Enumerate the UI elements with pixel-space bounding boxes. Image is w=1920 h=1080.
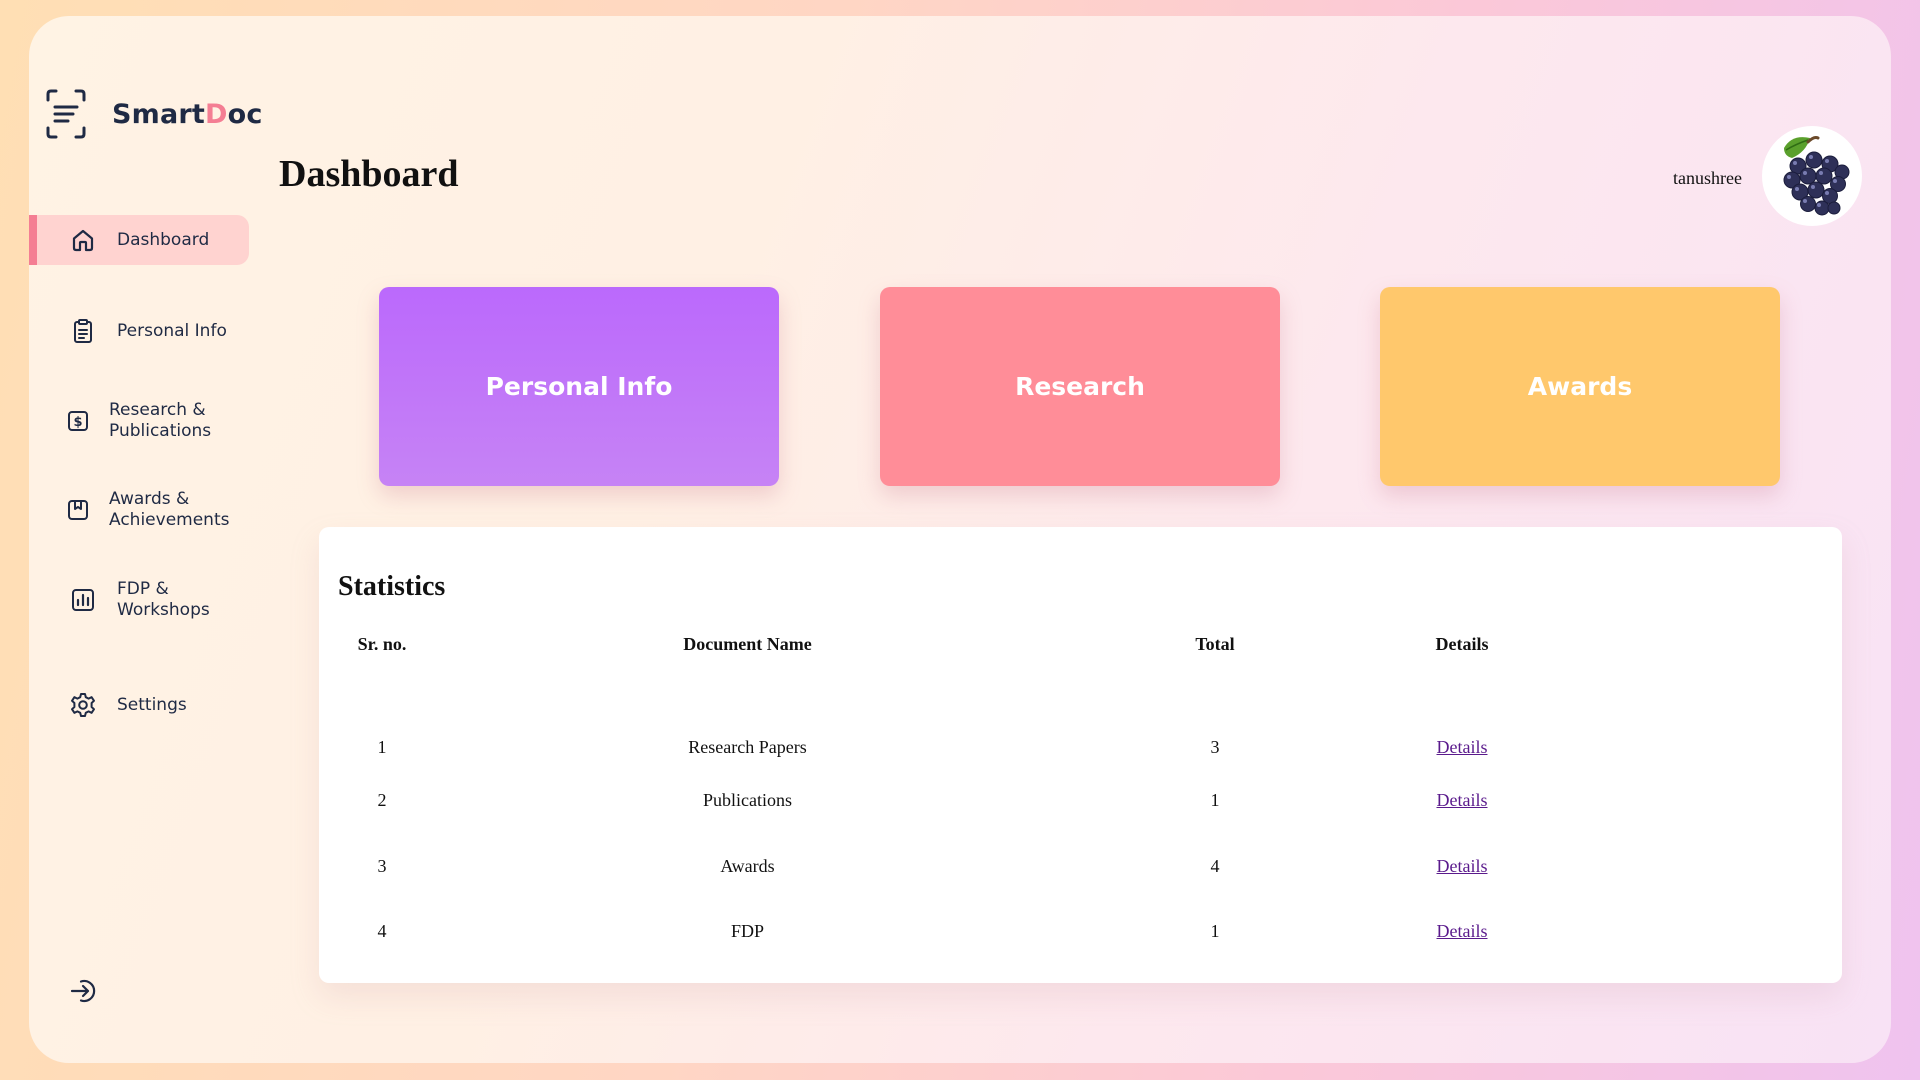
cell-sr-no: 2	[377, 790, 387, 811]
card-personal-info[interactable]: Personal Info	[379, 287, 779, 486]
details-link[interactable]: Details	[1437, 921, 1488, 941]
clipboard-icon	[74, 319, 92, 343]
avatar[interactable]	[1762, 126, 1862, 226]
sidebar-item-personal-info[interactable]: Personal Info	[29, 315, 249, 347]
sidebar-item-label: Awards & Achievements	[109, 489, 230, 530]
svg-text:$: $	[73, 415, 82, 430]
column-header-total: Total	[1195, 633, 1235, 654]
details-link[interactable]: Details	[1437, 790, 1488, 810]
sidebar-item-label: Personal Info	[117, 320, 227, 341]
cell-details: Details	[1350, 834, 1574, 900]
column-header-details: Details	[1435, 633, 1489, 654]
cell-sr-no: 3	[377, 855, 387, 876]
table-row: 4 FDP 1 Details	[349, 899, 1574, 965]
sidebar-item-label: Dashboard	[117, 229, 210, 250]
table-row: 1 Research Papers 3 Details	[349, 660, 1574, 768]
cell-details: Details	[1350, 660, 1574, 768]
cell-total: 3	[1210, 737, 1220, 757]
cell-total: 1	[1210, 790, 1220, 811]
table-row: 3 Awards 4 Details	[349, 834, 1574, 900]
cell-document-name: Awards	[720, 855, 775, 876]
brand-logo[interactable]: SmartDoc	[45, 88, 263, 140]
cell-sr-no: 1	[377, 737, 387, 757]
sidebar-item-settings[interactable]: Settings	[29, 689, 249, 721]
home-icon	[72, 229, 94, 252]
sidebar: SmartDoc Dashboard Personal Info $ Resea…	[29, 16, 262, 1063]
table-row: 2 Publications 1 Details	[349, 768, 1574, 834]
statistics-title: Statistics	[338, 571, 446, 602]
grapes-avatar-icon	[1783, 136, 1850, 216]
statistics-table: Sr. no. Document Name Total Details 1 Re…	[349, 628, 1574, 965]
statistics-panel: Statistics Sr. no. Document Name Total D…	[319, 527, 1842, 983]
details-link[interactable]: Details	[1437, 856, 1488, 876]
sidebar-item-label: FDP & Workshops	[117, 579, 210, 620]
app-window: SmartDoc Dashboard Personal Info $ Resea…	[29, 16, 1891, 1063]
brand-name: SmartDoc	[112, 98, 263, 130]
bar-chart-icon	[72, 589, 94, 611]
cell-sr-no: 4	[377, 921, 387, 942]
details-link[interactable]: Details	[1437, 737, 1488, 757]
cell-total: 4	[1210, 855, 1220, 876]
document-scan-icon	[46, 89, 86, 139]
cell-document-name: Research Papers	[688, 737, 807, 757]
card-research[interactable]: Research	[880, 287, 1280, 486]
logout-icon[interactable]	[69, 976, 99, 1006]
cell-document-name: FDP	[730, 921, 765, 942]
card-awards[interactable]: Awards	[1380, 287, 1780, 486]
column-header-sr-no: Sr. no.	[357, 633, 407, 654]
username: tanushree	[1673, 168, 1742, 188]
cell-total: 1	[1210, 921, 1220, 942]
sidebar-item-research-publications[interactable]: $ Research & Publications	[29, 399, 249, 443]
sidebar-item-label: Settings	[117, 694, 187, 715]
bookmark-box-icon	[68, 500, 88, 520]
cell-document-name: Publications	[703, 790, 792, 811]
sidebar-item-dashboard[interactable]: Dashboard	[29, 215, 249, 265]
column-header-document-name: Document Name	[683, 633, 812, 654]
page-title: Dashboard	[279, 153, 459, 195]
table-header-row: Sr. no. Document Name Total Details	[349, 628, 1574, 660]
dollar-document-icon: $	[68, 411, 88, 431]
sidebar-item-label: Research & Publications	[109, 400, 212, 441]
sidebar-item-fdp-workshops[interactable]: FDP & Workshops	[29, 578, 249, 622]
gear-icon	[71, 693, 95, 717]
sidebar-item-awards-achievements[interactable]: Awards & Achievements	[29, 488, 249, 532]
cell-details: Details	[1350, 768, 1574, 834]
cell-details: Details	[1350, 899, 1574, 965]
